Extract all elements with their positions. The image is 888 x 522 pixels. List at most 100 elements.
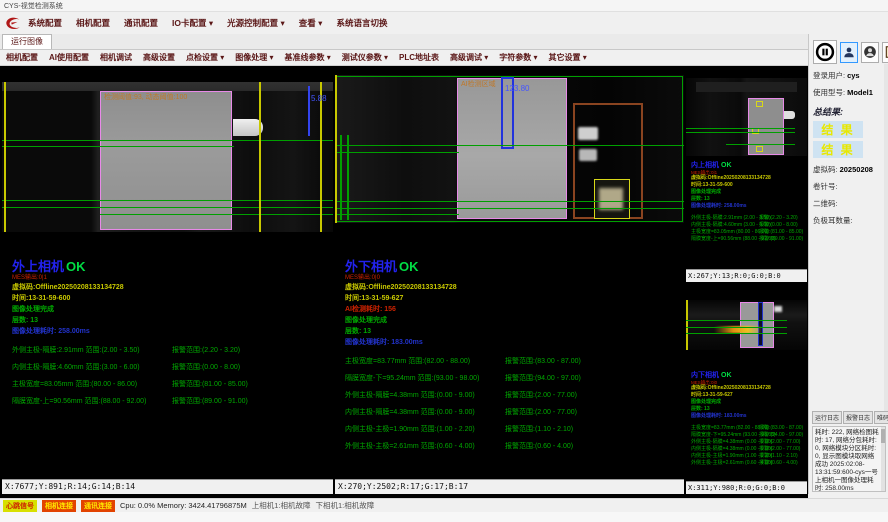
measurement-row: 内侧主极-隔膜:4.60mm 范围:(3.00 - 6.00) 报警范围:(0.… — [12, 359, 329, 376]
measurement-row: 外侧主极-隔膜=4.38mm (0.00 - 9.00) 报警:(2.00 - … — [691, 439, 803, 446]
measurement-row: 内侧主极-主极=1.90mm (1.00 - 2.20) 报警:(1.10 - … — [691, 453, 803, 460]
blue-measure-box — [758, 302, 763, 346]
electrode-plate-region — [100, 91, 232, 230]
toolbar-item[interactable]: 高级调试 ▾ — [450, 52, 488, 63]
measurement-value: 内侧主极-主极=1.90mm 范围:(1.00 - 2.20) — [345, 421, 505, 438]
camera-view-outer-upper[interactable]: 5.88 检测阈值:93, 动态阈值:100 外上相机OK MES输出:0|1 … — [2, 70, 333, 494]
negative-tab-count-label: 负极耳数量: — [813, 215, 885, 226]
toolbar-item[interactable]: PLC地址表 — [399, 52, 439, 63]
measurement-list: 外侧主极-隔膜:2.91mm 范围:(2.00 - 3.50) 报警范围:(2.… — [12, 342, 329, 410]
workspace-column: 运行图像 相机配置 AI使用配置相机调试高级设置点检设置 ▾ 图像处理 ▾ 基准线参数… — [0, 34, 808, 498]
alarm-range: 报警:(94.00 - 97.00) — [759, 432, 803, 439]
menu-item[interactable]: 查看 ▾ — [299, 17, 323, 29]
camera-result-title: 外上相机OK — [12, 260, 329, 274]
camera-image-outer-upper[interactable]: 5.88 检测阈值:93, 动态阈值:100 — [2, 82, 333, 232]
result-ok-label: OK — [721, 162, 732, 169]
mark-box-yellow — [756, 146, 763, 152]
measurement-value: 隔膜宽度-下=95.24mm 范围:(93.00 - 98.00) — [345, 370, 505, 387]
green-baseline — [335, 208, 684, 209]
virtual-code-value: 20250208 — [840, 165, 873, 174]
heartbeat-badge: 心跳信号 — [3, 500, 37, 512]
measurement-row: 隔膜宽度-上=90.56mm (88.00 - 92.00) 报警:(89.00… — [691, 236, 803, 243]
camera-view-inner-lower[interactable]: 内下相机OK MES输出:0|0 虚拟码:Offline202502081331… — [686, 282, 807, 494]
measurement-value: 隔膜宽度-上=90.56mm 范围:(88.00 - 92.00) — [12, 393, 172, 410]
time-line: 时间:13-31-59-600 — [12, 293, 329, 304]
result-ok-label: OK — [399, 259, 419, 274]
camera-result-title: 内上相机OK — [691, 162, 803, 170]
pause-button[interactable] — [813, 40, 837, 64]
virtual-code-line: 虚拟码:Offline20250208133134728 — [345, 282, 680, 293]
toolbar-item[interactable]: 相机配置 — [6, 52, 38, 63]
defect-box-yellow — [594, 179, 630, 219]
toolbar-item[interactable]: 其它设置 ▾ — [549, 52, 587, 63]
green-baseline — [726, 144, 795, 145]
tab-run-image[interactable]: 运行图像 — [2, 34, 52, 49]
measurement-row: 主极宽度=83.05mm (80.00 - 86.00) 报警:(81.00 -… — [691, 229, 803, 236]
process-done-line: 图像处理完成 — [12, 304, 329, 315]
titlebar: CYS-视觉检测系统 — [0, 0, 888, 12]
app-logo-icon — [4, 16, 22, 31]
measurement-row: 内侧主极-隔膜=4.38mm (0.00 - 9.00) 报警:(2.00 - … — [691, 446, 803, 453]
camera-view-inner-upper[interactable]: 内上相机OK MES输出:0|1 虚拟码:Offline202502081331… — [686, 70, 807, 282]
alarm-range: 报警:(83.00 - 87.00) — [759, 425, 803, 432]
log-tab[interactable]: 报警日志 — [843, 411, 873, 424]
camera-view-outer-lower[interactable]: AI检测区域 123.80 外下相机OK MES输出:0|0 虚拟码:Offli… — [335, 70, 684, 494]
alarm-range: 报警:(2.20 - 3.20) — [759, 215, 798, 222]
process-done-line: 图像处理完成 — [691, 189, 803, 196]
alarm-range: 报警:(2.00 - 77.00) — [759, 446, 800, 453]
camera-image-inner-upper[interactable] — [686, 78, 807, 156]
green-baseline — [2, 140, 333, 141]
alarm-range: 报警范围:(94.00 - 97.00) — [505, 370, 581, 387]
virtual-code-line: 虚拟码:Offline20250208133134728 — [691, 175, 803, 182]
upper-camera-status: 上相机1:相机故障 — [252, 500, 311, 511]
result-block: 外上相机OK MES输出:0|1 虚拟码:Offline202502081331… — [12, 260, 329, 410]
login-user-value: cys — [847, 71, 860, 80]
login-user-button[interactable] — [840, 42, 858, 63]
result-block: 内上相机OK MES输出:0|1 虚拟码:Offline202502081331… — [691, 162, 803, 243]
pause-icon — [815, 42, 835, 62]
time-line: 时间:13-31-59-600 — [691, 182, 803, 189]
total-result-label: 总结果: — [813, 105, 885, 118]
camera-image-inner-lower[interactable] — [686, 300, 807, 350]
toolbar-item[interactable]: 测试仪参数 ▾ — [342, 52, 388, 63]
alarm-range: 报警:(81.00 - 85.00) — [759, 229, 803, 236]
menu-item[interactable]: 光源控制配置 ▾ — [227, 17, 285, 29]
measurement-row: 内侧主极-隔膜:4.60mm (3.00 - 6.00) 报警:(0.00 - … — [691, 222, 803, 229]
log-tab[interactable]: 唯码日志 — [874, 411, 888, 424]
exit-button[interactable] — [882, 42, 888, 63]
menu-item[interactable]: 系统配置 — [28, 17, 62, 29]
result-ok-label: OK — [721, 372, 732, 379]
toolbar-item[interactable]: 图像处理 ▾ — [235, 52, 273, 63]
log-output[interactable]: 耗时: 222, 网络检图耗时: 17, 网络分包耗时: 0, 网络模块分区耗时… — [812, 426, 886, 492]
total-result-box: 结 果 — [813, 141, 863, 158]
cpu-memory-status: Cpu: 0.0% Memory: 3424.41796875M — [120, 501, 247, 510]
panel-scrollbar[interactable] — [884, 64, 888, 419]
log-tab[interactable]: 运行日志 — [812, 411, 842, 424]
electrode-plate-region — [740, 302, 774, 348]
measurement-value: 内侧主极-隔膜=4.38mm (0.00 - 9.00) — [691, 446, 759, 453]
toolbar-item[interactable]: AI使用配置 — [49, 52, 89, 63]
total-result-box: 结 果 — [813, 121, 863, 138]
menu-item[interactable]: 系统语言切换 — [336, 17, 387, 29]
menu-item[interactable]: IO卡配置 ▾ — [172, 17, 213, 29]
menu-item[interactable]: 相机配置 — [76, 17, 110, 29]
login-user-row: 登录用户:cys — [813, 70, 885, 81]
toolbar-item[interactable]: 字符参数 ▾ — [499, 52, 537, 63]
operator-icon — [863, 44, 877, 60]
measurement-list: 主极宽度=83.77mm 范围:(82.00 - 88.00) 报警范围:(83… — [345, 353, 680, 455]
yellow-guide-line — [686, 300, 688, 350]
camera-image-outer-lower[interactable]: AI检测区域 123.80 — [335, 75, 684, 223]
toolbar-item[interactable]: 基准线参数 ▾ — [285, 52, 331, 63]
toolbar-item[interactable]: 高级设置 — [143, 52, 175, 63]
toolbar-item[interactable]: 点检设置 ▾ — [186, 52, 224, 63]
operator-button[interactable] — [861, 42, 879, 63]
measure-value-label: 5.88 — [311, 94, 327, 103]
menu-item[interactable]: 通讯配置 — [124, 17, 158, 29]
log-scrollbar-thumb[interactable] — [881, 429, 885, 443]
measurement-value: 外侧主极-隔膜=4.38mm (0.00 - 9.00) — [691, 439, 759, 446]
log-scrollbar[interactable] — [881, 427, 885, 491]
toolbar-item[interactable]: 相机调试 — [100, 52, 132, 63]
model-value: Model1 — [847, 88, 873, 97]
lower-camera-status: 下相机1:相机故障 — [316, 500, 375, 511]
measurement-value: 外侧主极-隔膜:2.91mm 范围:(2.00 - 3.50) — [12, 342, 172, 359]
